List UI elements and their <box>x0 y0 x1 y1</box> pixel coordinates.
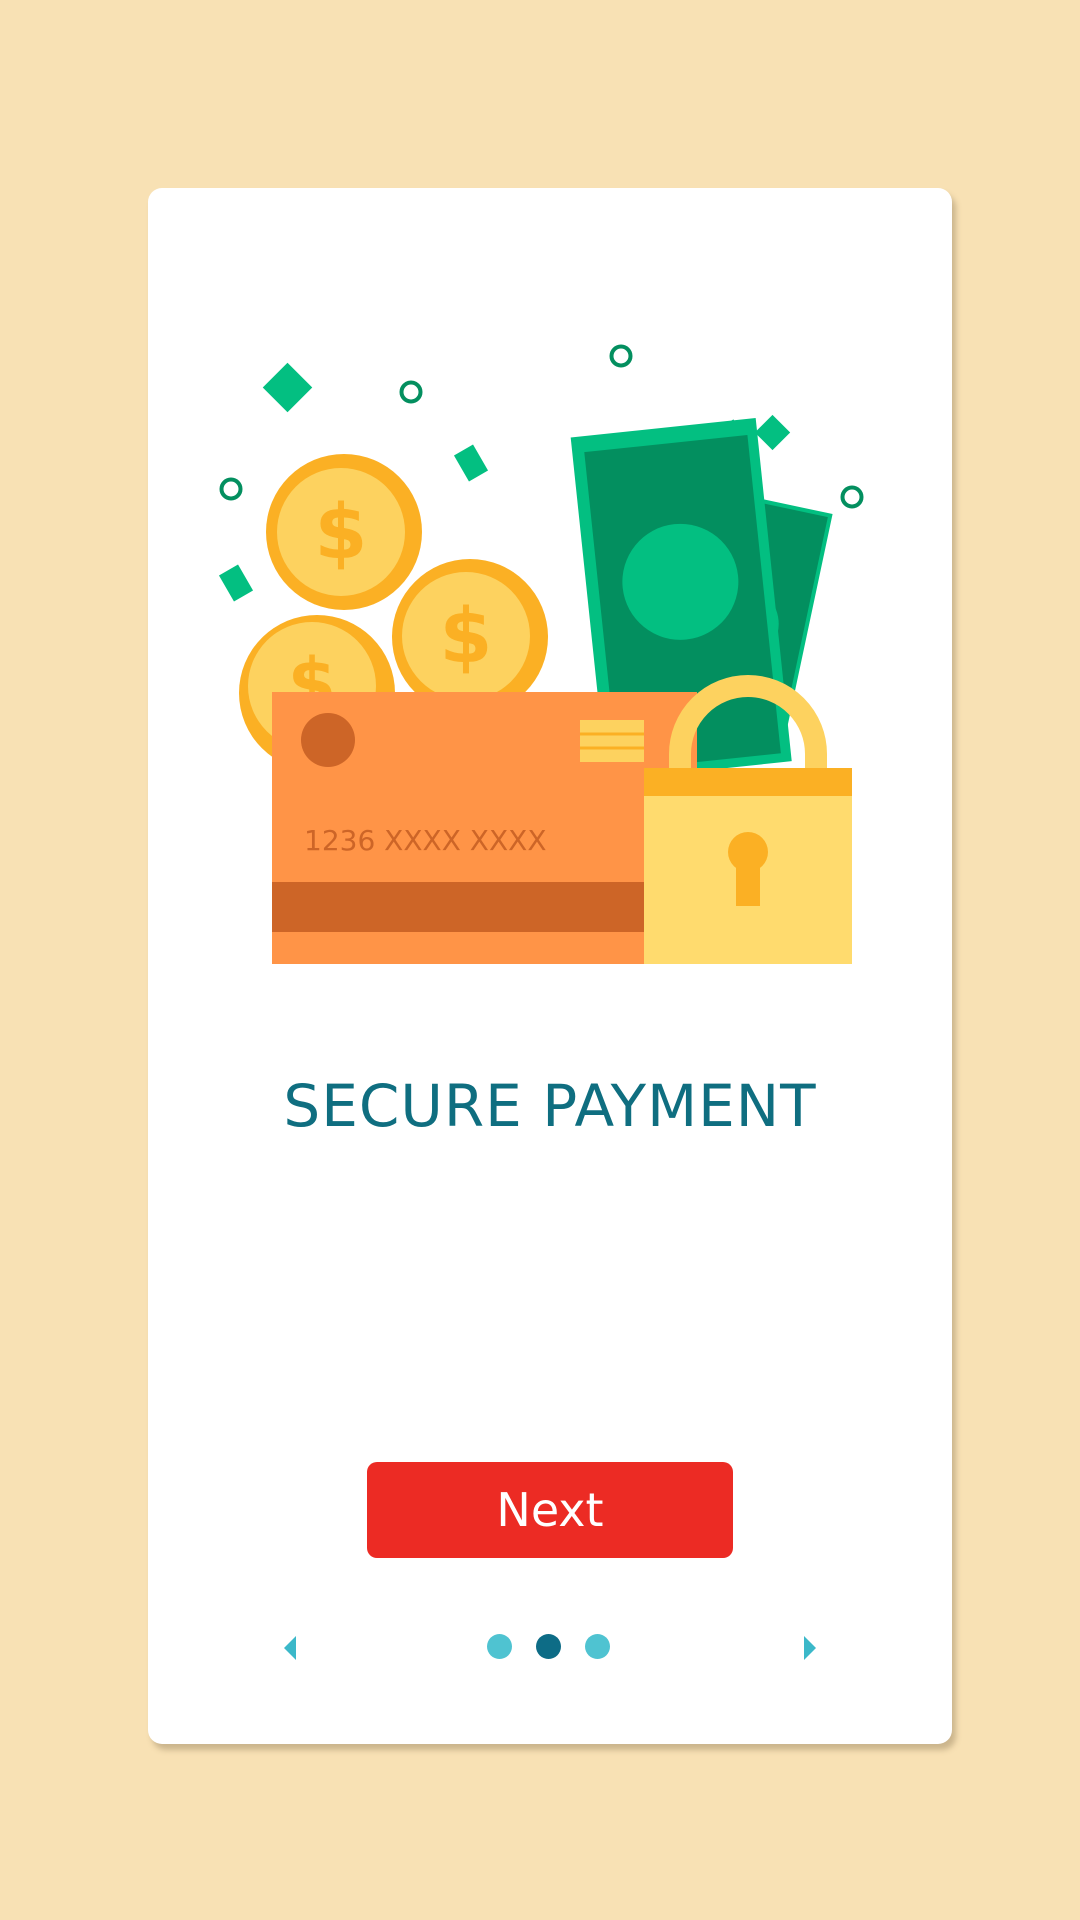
onboarding-card: $ $ $ 1236 XXXX XXXX SECURE PAYMENT Next <box>148 188 952 1744</box>
svg-text:$: $ <box>315 487 368 576</box>
next-button[interactable]: Next <box>367 1462 733 1558</box>
chevron-left-icon[interactable] <box>284 1636 296 1660</box>
pager <box>148 1628 952 1668</box>
page-dot-2[interactable] <box>536 1634 561 1659</box>
secure-payment-illustration: $ $ $ 1236 XXXX XXXX <box>218 344 864 964</box>
coin-top: $ <box>266 454 422 610</box>
page-dot-1[interactable] <box>487 1634 512 1659</box>
page-dot-3[interactable] <box>585 1634 610 1659</box>
page-title: SECURE PAYMENT <box>283 1072 817 1140</box>
chevron-right-icon[interactable] <box>804 1636 816 1660</box>
page-indicator <box>487 1634 610 1659</box>
coin-middle: $ <box>392 559 548 715</box>
credit-card: 1236 XXXX XXXX <box>272 692 697 964</box>
card-number: 1236 XXXX XXXX <box>304 824 547 857</box>
svg-text:$: $ <box>440 591 493 680</box>
